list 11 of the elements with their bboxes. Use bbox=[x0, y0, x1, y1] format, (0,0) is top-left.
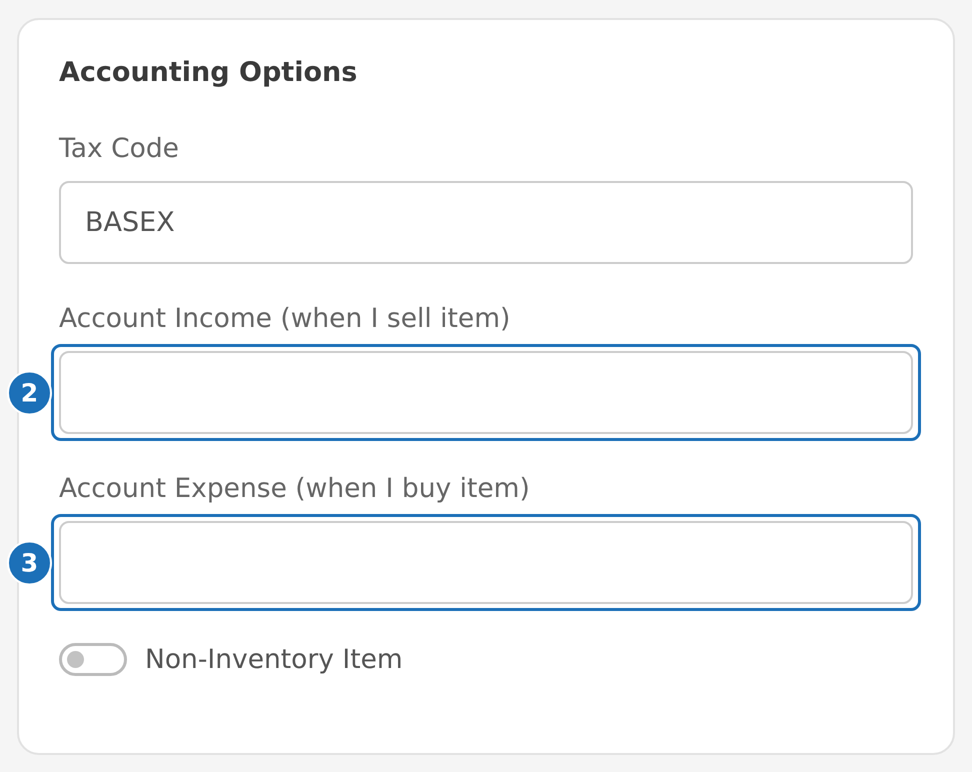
section-title: Accounting Options bbox=[59, 57, 358, 89]
field-label: Account Expense (when I buy item) bbox=[59, 473, 530, 505]
input-field[interactable] bbox=[59, 521, 913, 604]
toggle-label: Non-Inventory Item bbox=[145, 644, 403, 676]
number-badge: 3 bbox=[7, 540, 52, 585]
input-field[interactable]: BASEX bbox=[59, 181, 913, 264]
input-field[interactable] bbox=[59, 351, 913, 434]
number-badge: 2 bbox=[7, 370, 52, 415]
field-label: Tax Code bbox=[59, 133, 179, 165]
toggle-switch[interactable] bbox=[59, 643, 127, 676]
field-label: Account Income (when I sell item) bbox=[59, 303, 510, 335]
